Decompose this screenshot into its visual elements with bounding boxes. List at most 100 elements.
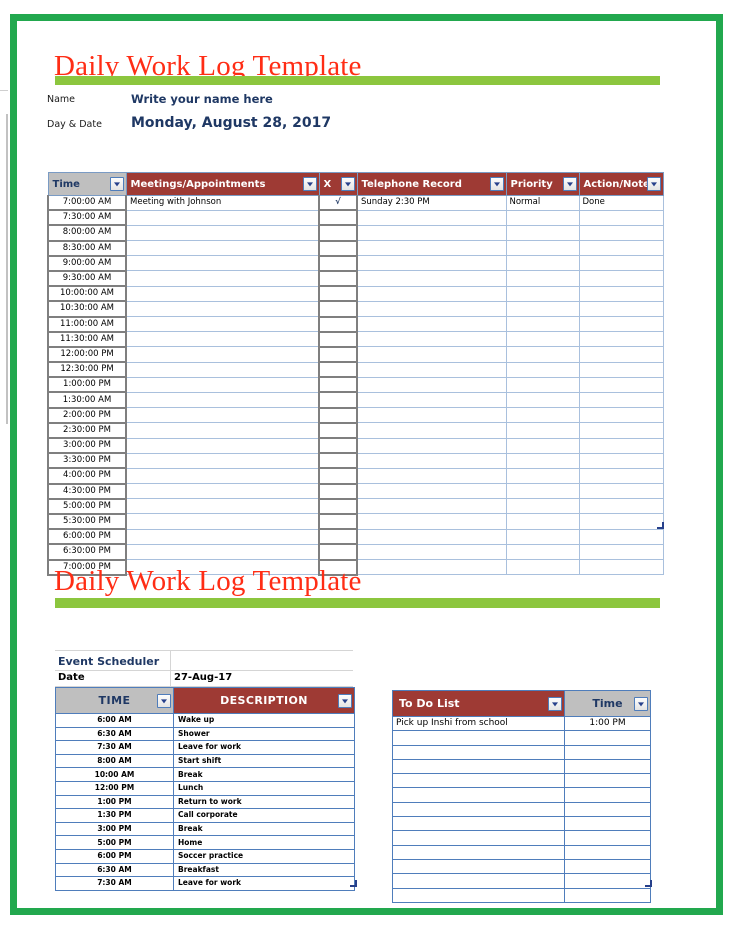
log-col-header-action[interactable]: Action/Notes <box>578 172 664 196</box>
todo-cell-time[interactable] <box>564 787 651 803</box>
log-cell-meetings[interactable] <box>125 422 320 439</box>
chevron-down-icon[interactable] <box>338 693 352 708</box>
log-cell-x[interactable] <box>318 255 358 272</box>
log-cell-x[interactable] <box>318 513 358 531</box>
event-cell-description[interactable]: Home <box>173 835 355 850</box>
log-cell-telephone[interactable] <box>356 483 507 500</box>
event-scheduler-date-value[interactable]: 27-Aug-17 <box>174 672 232 683</box>
log-cell-telephone[interactable] <box>356 255 507 272</box>
log-cell-telephone[interactable] <box>356 498 507 515</box>
log-cell-x[interactable] <box>318 331 358 348</box>
log-cell-telephone[interactable] <box>356 362 507 378</box>
log-cell-action[interactable]: Done <box>578 195 664 211</box>
log-cell-meetings[interactable] <box>125 225 320 242</box>
todo-cell-task[interactable] <box>392 787 565 803</box>
log-cell-meetings[interactable] <box>125 255 320 272</box>
event-cell-time[interactable]: 6:30 AM <box>55 862 174 878</box>
log-cell-telephone[interactable] <box>356 270 507 287</box>
log-cell-x[interactable] <box>318 377 358 394</box>
todo-cell-time[interactable] <box>564 816 651 832</box>
log-cell-telephone[interactable] <box>356 286 507 302</box>
event-cell-description[interactable]: Lunch <box>173 780 355 796</box>
log-cell-telephone[interactable] <box>356 225 507 242</box>
log-cell-action[interactable] <box>578 468 664 485</box>
event-cell-time[interactable]: 6:00 PM <box>55 848 174 864</box>
todo-cell-task[interactable] <box>392 773 565 789</box>
chevron-down-icon[interactable] <box>646 177 661 191</box>
log-cell-priority[interactable] <box>505 438 580 454</box>
log-cell-telephone[interactable] <box>356 331 507 348</box>
event-cell-description[interactable]: Return to work <box>173 794 355 810</box>
todo-cell-task[interactable] <box>392 844 565 860</box>
chevron-down-icon[interactable] <box>109 177 124 191</box>
log-cell-telephone[interactable] <box>356 301 507 318</box>
log-cell-x[interactable] <box>318 483 358 500</box>
log-cell-x[interactable] <box>318 210 358 227</box>
log-cell-action[interactable] <box>578 483 664 500</box>
log-cell-meetings[interactable] <box>125 210 320 226</box>
log-cell-priority[interactable] <box>505 270 580 287</box>
todo-cell-time[interactable] <box>564 801 651 818</box>
log-cell-meetings[interactable] <box>125 240 320 257</box>
log-cell-telephone[interactable] <box>356 316 507 333</box>
log-col-header-priority[interactable]: Priority <box>505 172 580 196</box>
log-cell-x[interactable] <box>318 438 358 455</box>
log-cell-telephone[interactable] <box>356 377 507 393</box>
log-cell-telephone[interactable] <box>356 422 507 439</box>
log-cell-action[interactable] <box>578 498 664 515</box>
log-cell-telephone[interactable] <box>356 559 507 576</box>
log-cell-telephone[interactable] <box>356 210 507 226</box>
log-cell-meetings[interactable] <box>125 362 320 378</box>
todo-cell-time[interactable]: 1:00 PM <box>564 715 651 732</box>
log-cell-telephone[interactable] <box>356 453 507 469</box>
log-cell-action[interactable] <box>578 316 664 333</box>
log-cell-x[interactable] <box>318 544 358 561</box>
log-cell-action[interactable] <box>578 422 664 439</box>
log-cell-action[interactable] <box>578 346 664 363</box>
log-cell-priority[interactable] <box>505 468 580 485</box>
event-cell-time[interactable]: 6:30 AM <box>55 726 174 742</box>
todo-table-resize-grip[interactable] <box>645 880 652 887</box>
log-cell-meetings[interactable] <box>125 270 320 287</box>
log-cell-action[interactable] <box>578 438 664 454</box>
log-cell-meetings[interactable] <box>125 316 320 333</box>
log-col-header-time[interactable]: Time <box>47 172 127 196</box>
log-cell-action[interactable] <box>578 377 664 393</box>
log-cell-x[interactable] <box>318 498 358 515</box>
log-cell-meetings[interactable] <box>125 331 320 348</box>
log-cell-priority[interactable] <box>505 316 580 333</box>
todo-cell-time[interactable] <box>564 844 651 860</box>
log-cell-priority[interactable] <box>505 453 580 469</box>
log-cell-telephone[interactable] <box>356 346 507 363</box>
event-cell-description[interactable]: Leave for work <box>173 740 355 755</box>
event-cell-time[interactable]: 5:00 PM <box>55 835 174 850</box>
log-cell-priority[interactable] <box>505 392 580 409</box>
log-cell-telephone[interactable] <box>356 438 507 454</box>
log-cell-priority[interactable] <box>505 498 580 515</box>
log-cell-meetings[interactable] <box>125 498 320 515</box>
event-cell-description[interactable]: Wake up <box>173 713 355 728</box>
chevron-down-icon[interactable] <box>489 177 504 191</box>
log-cell-action[interactable] <box>578 544 664 561</box>
log-cell-priority[interactable] <box>505 483 580 500</box>
log-cell-x[interactable] <box>318 346 358 364</box>
log-cell-meetings[interactable]: Meeting with Johnson <box>125 195 320 211</box>
log-cell-x[interactable] <box>318 407 358 424</box>
todo-cell-task[interactable] <box>392 758 565 775</box>
event-cell-time[interactable]: 7:30 AM <box>55 740 174 755</box>
log-cell-action[interactable] <box>578 513 664 530</box>
todo-cell-task[interactable] <box>392 744 565 760</box>
log-cell-priority[interactable] <box>505 225 580 242</box>
log-cell-action[interactable] <box>578 392 664 409</box>
log-cell-telephone[interactable] <box>356 468 507 485</box>
log-cell-meetings[interactable] <box>125 392 320 409</box>
log-cell-priority[interactable] <box>505 346 580 363</box>
log-cell-x[interactable] <box>318 225 358 242</box>
log-cell-priority[interactable] <box>505 255 580 272</box>
event-cell-description[interactable]: Breakfast <box>173 862 355 878</box>
log-table-resize-grip[interactable] <box>657 522 664 529</box>
log-cell-action[interactable] <box>578 453 664 469</box>
log-cell-x[interactable]: √ <box>318 195 358 212</box>
todo-cell-task[interactable] <box>392 887 565 903</box>
todo-cell-time[interactable] <box>564 830 651 846</box>
